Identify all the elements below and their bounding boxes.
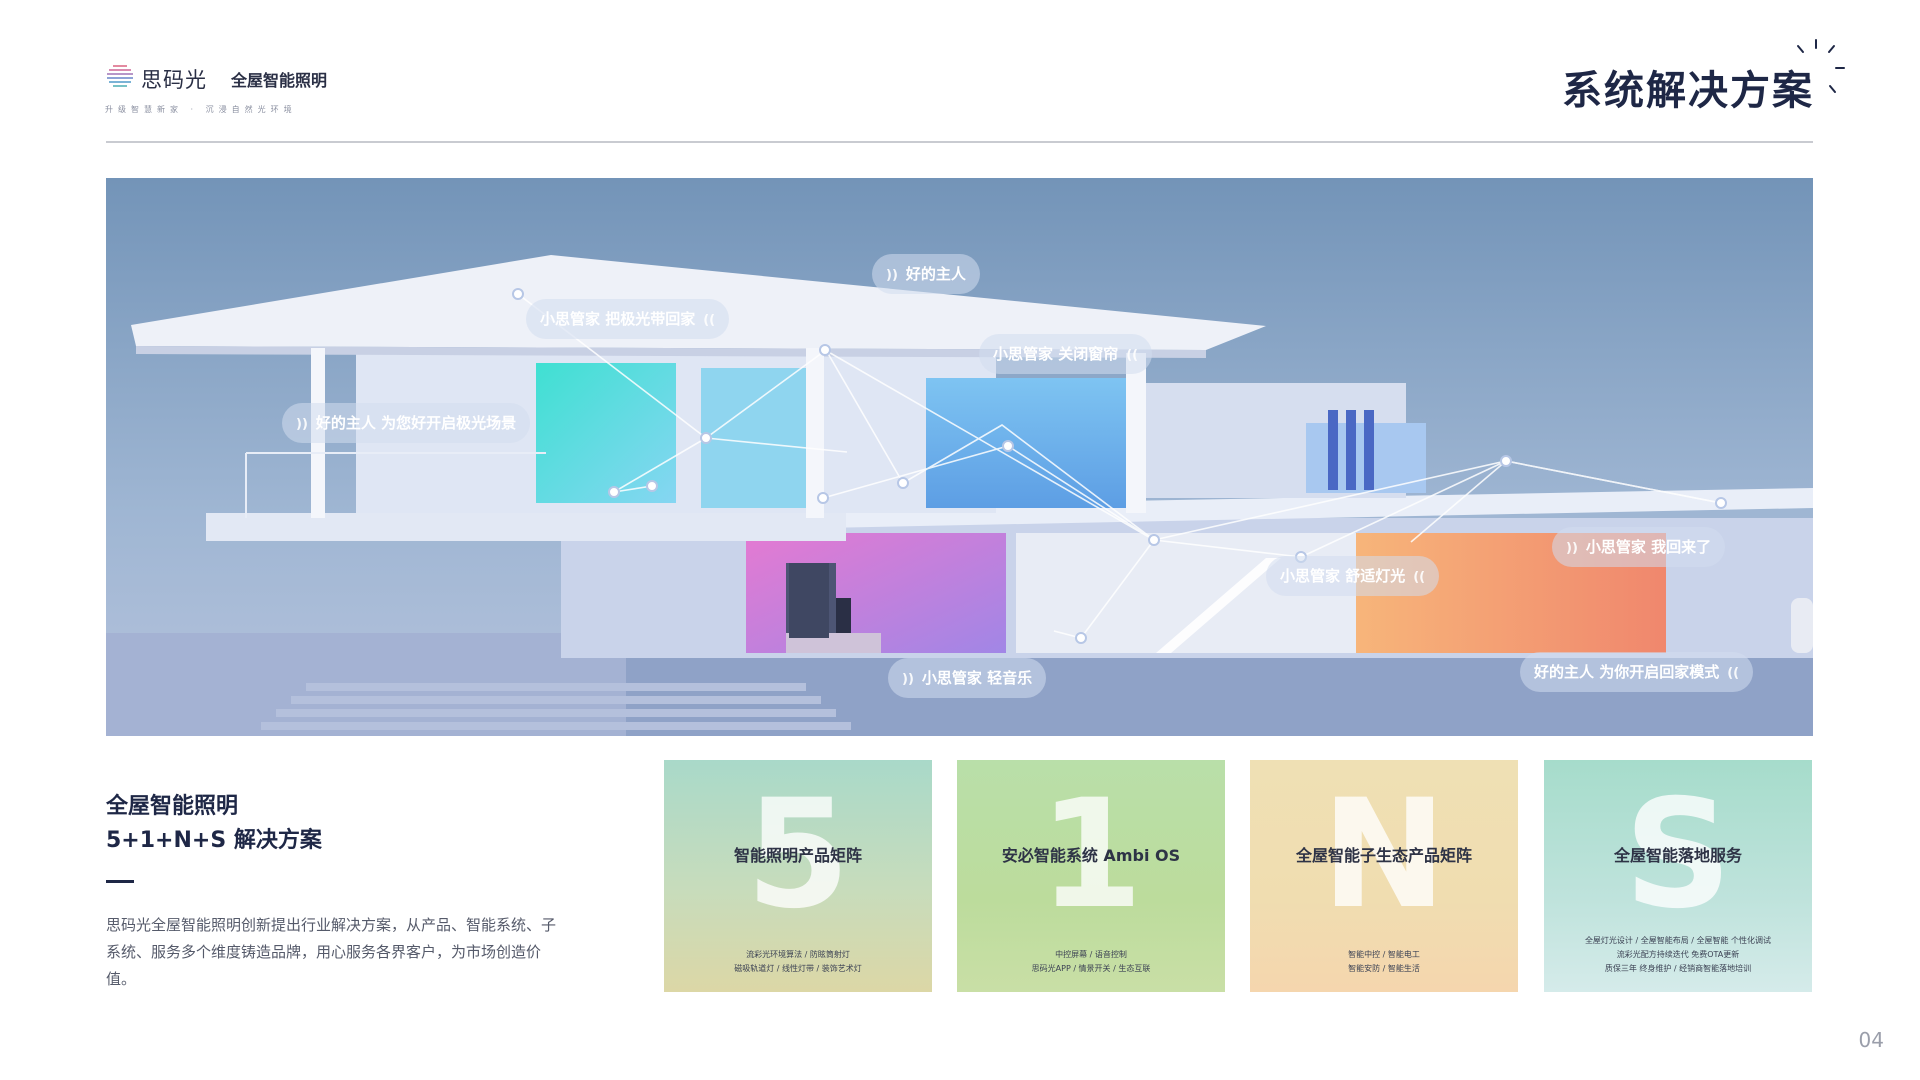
product-name: 全屋智能照明: [231, 71, 328, 90]
card-feature: 流彩光配方持续迭代 免费OTA更新: [1616, 950, 1740, 959]
card-feature: 磁吸轨道灯 / 线性灯带 / 装饰艺术灯: [734, 964, 862, 973]
voice-bubble: 小思管家 关闭窗帘((: [979, 334, 1153, 374]
card-feature: 质保三年 终身维护 / 经销商智能落地培训: [1604, 964, 1752, 973]
sound-wave-icon: ((: [1727, 666, 1740, 681]
sound-wave-icon: )): [1566, 541, 1578, 556]
card-feature: 全屋灯光设计 / 全屋智能布局 / 全屋智能 个性化调试: [1584, 936, 1772, 945]
card-feature: 中控屏幕 / 语音控制: [1055, 950, 1127, 959]
card-title: 全屋智能子生态产品矩阵: [1295, 846, 1472, 865]
card-title: 全屋智能落地服务: [1613, 846, 1742, 865]
brand-slogan: 升级智慧新家 · 沉浸自然光环境: [105, 105, 297, 114]
card-title: 智能照明产品矩阵: [733, 846, 862, 865]
card-sub-ecosystem[interactable]: N 全屋智能子生态产品矩阵 智能中控 / 智能电工 智能安防 / 智能生活: [1250, 760, 1518, 992]
voice-bubble: )) 好的主人: [872, 254, 980, 294]
sound-wave-icon: )): [886, 268, 898, 283]
solution-title-line1: 全屋智能照明: [106, 794, 239, 819]
card-lighting-products[interactable]: 5 智能照明产品矩阵 流彩光环境算法 / 防眩筒射灯 磁吸轨道灯 / 线性灯带 …: [664, 760, 932, 992]
heading-underline: [106, 880, 134, 883]
voice-bubble: )) 小思管家 我回来了: [1552, 527, 1726, 567]
sound-wave-icon: ((: [703, 313, 716, 328]
card-feature: 智能安防 / 智能生活: [1348, 964, 1420, 973]
sound-wave-icon: )): [902, 672, 914, 687]
card-services[interactable]: S 全屋智能落地服务 全屋灯光设计 / 全屋智能布局 / 全屋智能 个性化调试 …: [1544, 760, 1812, 992]
header-divider: [106, 141, 1813, 143]
voice-bubble: 小思管家 舒适灯光((: [1266, 556, 1440, 596]
card-ambi-os[interactable]: 1 安必智能系统 Ambi OS 中控屏幕 / 语音控制 思码光APP / 情景…: [957, 760, 1225, 992]
card-feature: 智能中控 / 智能电工: [1348, 950, 1420, 959]
page-title: 系统解决方案: [1562, 68, 1814, 114]
voice-bubble: 小思管家 把极光带回家((: [526, 299, 730, 339]
sound-wave-icon: ((: [1126, 348, 1139, 363]
sound-wave-icon: )): [296, 417, 308, 432]
sound-wave-icon: ((: [1413, 570, 1426, 585]
solution-title-line2: 5+1+N+S 解决方案: [106, 828, 322, 853]
voice-bubble: 好的主人 为你开启回家模式((: [1520, 652, 1754, 692]
solution-heading: 全屋智能照明 5+1+N+S 解决方案: [106, 790, 322, 858]
solution-description: 思码光全屋智能照明创新提出行业解决方案，从产品、智能系统、子系统、服务多个维度铸…: [106, 916, 557, 988]
voice-bubble: )) 好的主人 为您好开启极光场景: [282, 403, 531, 443]
card-feature: 思码光APP / 情景开关 / 生态互联: [1031, 964, 1151, 973]
voice-bubble: )) 小思管家 轻音乐: [888, 658, 1047, 698]
card-title: 安必智能系统 Ambi OS: [1001, 846, 1181, 865]
logo-mark-icon: [107, 65, 133, 87]
brand-name: 思码光: [141, 68, 207, 92]
sparkle-icon: [1797, 39, 1845, 93]
card-feature: 流彩光环境算法 / 防眩筒射灯: [746, 950, 850, 959]
page-number: 04: [1858, 1028, 1884, 1052]
hero-house-image: )) 好的主人 小思管家 把极光带回家(( 小思管家 关闭窗帘(( )) 好的主人 …: [106, 178, 1813, 736]
